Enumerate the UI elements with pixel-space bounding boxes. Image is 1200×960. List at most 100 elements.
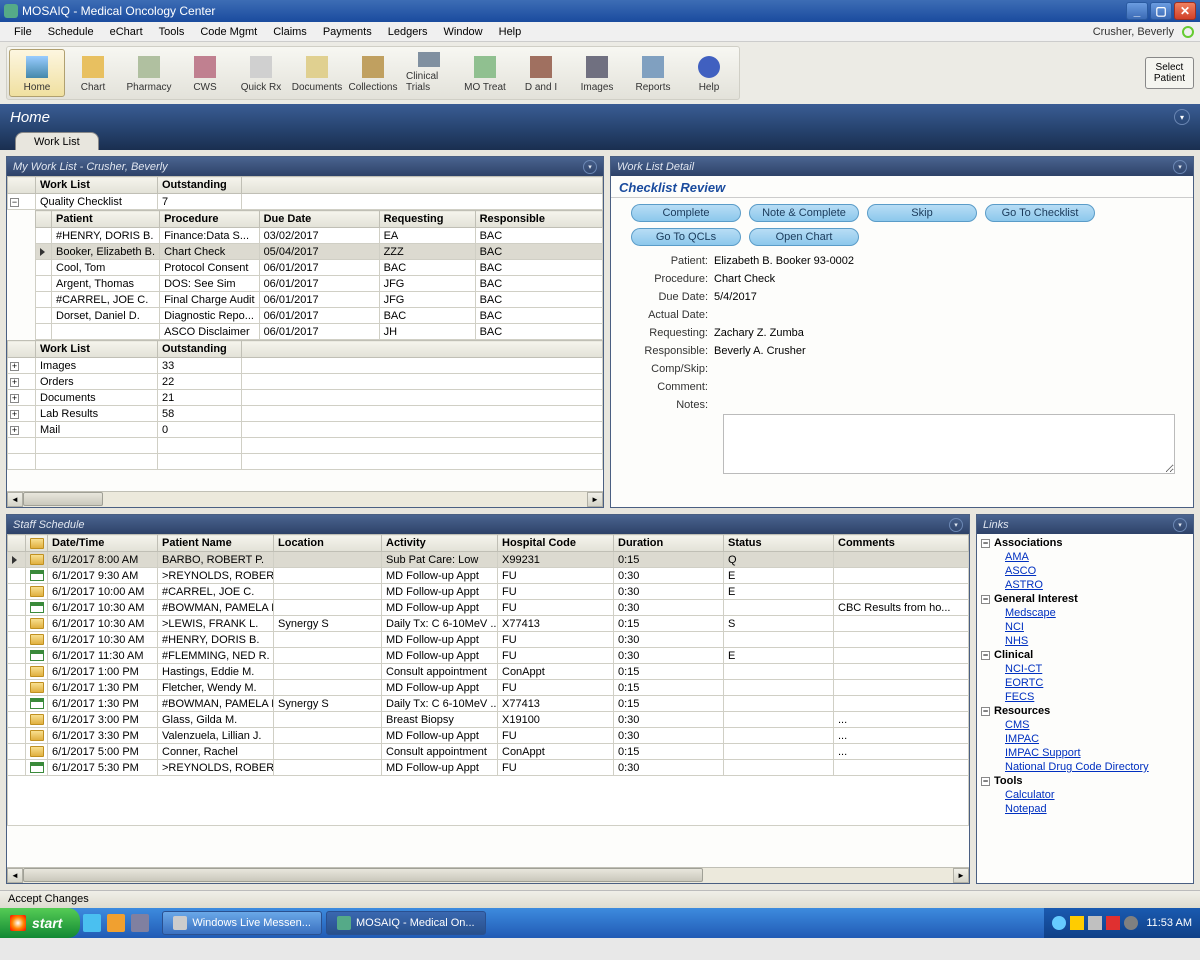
schedule-row[interactable]: 6/1/2017 10:30 AM#BOWMAN, PAMELA B.MD Fo… xyxy=(8,600,969,616)
link-item[interactable]: IMPAC xyxy=(979,732,1191,746)
goto-checklist-button[interactable]: Go To Checklist xyxy=(985,204,1095,222)
menu-echart[interactable]: eChart xyxy=(102,24,151,40)
link-group-header[interactable]: −General Interest xyxy=(979,592,1191,606)
schedule-row[interactable]: 6/1/2017 9:30 AM>REYNOLDS, ROBER...MD Fo… xyxy=(8,568,969,584)
tool-clinicaltrials[interactable]: Clinical Trials xyxy=(401,49,457,97)
menu-help[interactable]: Help xyxy=(491,24,530,40)
note-complete-button[interactable]: Note & Complete xyxy=(749,204,859,222)
worklist-row[interactable]: #CARREL, JOE C.Final Charge Audit06/01/2… xyxy=(36,292,603,308)
schedule-row[interactable]: 6/1/2017 11:30 AM#FLEMMING, NED R.MD Fol… xyxy=(8,648,969,664)
summary-row[interactable]: −Quality Checklist7 xyxy=(8,194,603,210)
skip-button[interactable]: Skip xyxy=(867,204,977,222)
tool-pharmacy[interactable]: Pharmacy xyxy=(121,49,177,97)
goto-qcls-button[interactable]: Go To QCLs xyxy=(631,228,741,246)
chevron-down-icon[interactable]: ▾ xyxy=(1173,160,1187,174)
menu-schedule[interactable]: Schedule xyxy=(40,24,102,40)
link-item[interactable]: NCI-CT xyxy=(979,662,1191,676)
task-messenger[interactable]: Windows Live Messen... xyxy=(162,911,322,935)
tool-dandi[interactable]: D and I xyxy=(513,49,569,97)
tool-home[interactable]: Home xyxy=(9,49,65,97)
link-group-header[interactable]: −Resources xyxy=(979,704,1191,718)
link-item[interactable]: CMS xyxy=(979,718,1191,732)
maximize-button[interactable]: ▢ xyxy=(1150,2,1172,20)
schedule-row[interactable]: 6/1/2017 10:30 AM#HENRY, DORIS B.MD Foll… xyxy=(8,632,969,648)
link-group-header[interactable]: −Associations xyxy=(979,536,1191,550)
complete-button[interactable]: Complete xyxy=(631,204,741,222)
link-item[interactable]: Medscape xyxy=(979,606,1191,620)
schedule-row[interactable]: 6/1/2017 3:00 PMGlass, Gilda M.Breast Bi… xyxy=(8,712,969,728)
link-item[interactable]: NHS xyxy=(979,634,1191,648)
worklist-category-row[interactable]: +Mail0 xyxy=(8,422,603,438)
worklist-row[interactable]: Cool, TomProtocol Consent06/01/2017BACBA… xyxy=(36,260,603,276)
tool-collections[interactable]: Collections xyxy=(345,49,401,97)
tool-chart[interactable]: Chart xyxy=(65,49,121,97)
schedule-row[interactable]: 6/1/2017 5:00 PMConner, RachelConsult ap… xyxy=(8,744,969,760)
start-button[interactable]: start xyxy=(0,908,80,938)
chevron-down-icon[interactable]: ▾ xyxy=(1174,109,1190,125)
tool-cws[interactable]: CWS xyxy=(177,49,233,97)
schedule-row[interactable]: 6/1/2017 10:00 AM#CARREL, JOE C.MD Follo… xyxy=(8,584,969,600)
link-item[interactable]: EORTC xyxy=(979,676,1191,690)
worklist-row[interactable]: ASCO Disclaimer06/01/2017JHBAC xyxy=(36,324,603,340)
link-item[interactable]: Notepad xyxy=(979,802,1191,816)
schedule-row[interactable]: 6/1/2017 1:30 PMFletcher, Wendy M.MD Fol… xyxy=(8,680,969,696)
task-mosaiq[interactable]: MOSAIQ - Medical On... xyxy=(326,911,486,935)
minimize-button[interactable]: _ xyxy=(1126,2,1148,20)
worklist-hscroll[interactable]: ◄► xyxy=(7,491,603,507)
tray-shield-icon[interactable] xyxy=(1106,916,1120,930)
link-item[interactable]: FECS xyxy=(979,690,1191,704)
open-chart-button[interactable]: Open Chart xyxy=(749,228,859,246)
menu-payments[interactable]: Payments xyxy=(315,24,380,40)
link-item[interactable]: Calculator xyxy=(979,788,1191,802)
link-group-header[interactable]: −Tools xyxy=(979,774,1191,788)
menu-tools[interactable]: Tools xyxy=(151,24,193,40)
link-item[interactable]: AMA xyxy=(979,550,1191,564)
link-item[interactable]: ASTRO xyxy=(979,578,1191,592)
link-group-header[interactable]: −Clinical xyxy=(979,648,1191,662)
tray-icon[interactable] xyxy=(1070,916,1084,930)
tool-motreat[interactable]: MO Treat xyxy=(457,49,513,97)
notes-textarea[interactable] xyxy=(723,414,1175,474)
clock[interactable]: 11:53 AM xyxy=(1146,917,1192,929)
tool-reports[interactable]: Reports xyxy=(625,49,681,97)
chevron-down-icon[interactable]: ▾ xyxy=(583,160,597,174)
worklist-row[interactable]: #HENRY, DORIS B.Finance:Data S...03/02/2… xyxy=(36,228,603,244)
chevron-down-icon[interactable]: ▾ xyxy=(1173,518,1187,532)
select-patient-button[interactable]: Select Patient xyxy=(1145,57,1194,89)
menu-claims[interactable]: Claims xyxy=(265,24,315,40)
link-item[interactable]: NCI xyxy=(979,620,1191,634)
worklist-row[interactable]: Dorset, Daniel D.Diagnostic Repo...06/01… xyxy=(36,308,603,324)
tray-icon[interactable] xyxy=(1052,916,1066,930)
link-item[interactable]: IMPAC Support xyxy=(979,746,1191,760)
tool-documents[interactable]: Documents xyxy=(289,49,345,97)
menu-ledgers[interactable]: Ledgers xyxy=(380,24,436,40)
power-icon[interactable] xyxy=(1182,26,1194,38)
worklist-row[interactable]: Argent, ThomasDOS: See Sim06/01/2017JFGB… xyxy=(36,276,603,292)
chevron-down-icon[interactable]: ▾ xyxy=(949,518,963,532)
tray-icon[interactable] xyxy=(1124,916,1138,930)
close-button[interactable]: ✕ xyxy=(1174,2,1196,20)
tool-quickrx[interactable]: Quick Rx xyxy=(233,49,289,97)
link-item[interactable]: National Drug Code Directory xyxy=(979,760,1191,774)
schedule-row[interactable]: 6/1/2017 3:30 PMValenzuela, Lillian J.MD… xyxy=(8,728,969,744)
schedule-row[interactable]: 6/1/2017 1:00 PMHastings, Eddie M.Consul… xyxy=(8,664,969,680)
schedule-row[interactable]: 6/1/2017 8:00 AMBARBO, ROBERT P.Sub Pat … xyxy=(8,552,969,568)
tool-help[interactable]: Help xyxy=(681,49,737,97)
worklist-category-row[interactable]: +Orders22 xyxy=(8,374,603,390)
menu-window[interactable]: Window xyxy=(436,24,491,40)
tool-images[interactable]: Images xyxy=(569,49,625,97)
worklist-category-row[interactable]: +Lab Results58 xyxy=(8,406,603,422)
worklist-category-row[interactable]: +Documents21 xyxy=(8,390,603,406)
link-item[interactable]: ASCO xyxy=(979,564,1191,578)
quicklaunch-icon[interactable] xyxy=(131,914,149,932)
menu-file[interactable]: File xyxy=(6,24,40,40)
menu-codemgmt[interactable]: Code Mgmt xyxy=(192,24,265,40)
schedule-row[interactable]: 6/1/2017 10:30 AM>LEWIS, FRANK L.Synergy… xyxy=(8,616,969,632)
tab-worklist[interactable]: Work List xyxy=(15,132,99,150)
quicklaunch-icon[interactable] xyxy=(107,914,125,932)
quicklaunch-ie-icon[interactable] xyxy=(83,914,101,932)
worklist-category-row[interactable]: +Images33 xyxy=(8,358,603,374)
schedule-hscroll[interactable]: ◄► xyxy=(7,867,969,883)
schedule-row[interactable]: 6/1/2017 5:30 PM>REYNOLDS, ROBER...MD Fo… xyxy=(8,760,969,776)
tray-icon[interactable] xyxy=(1088,916,1102,930)
